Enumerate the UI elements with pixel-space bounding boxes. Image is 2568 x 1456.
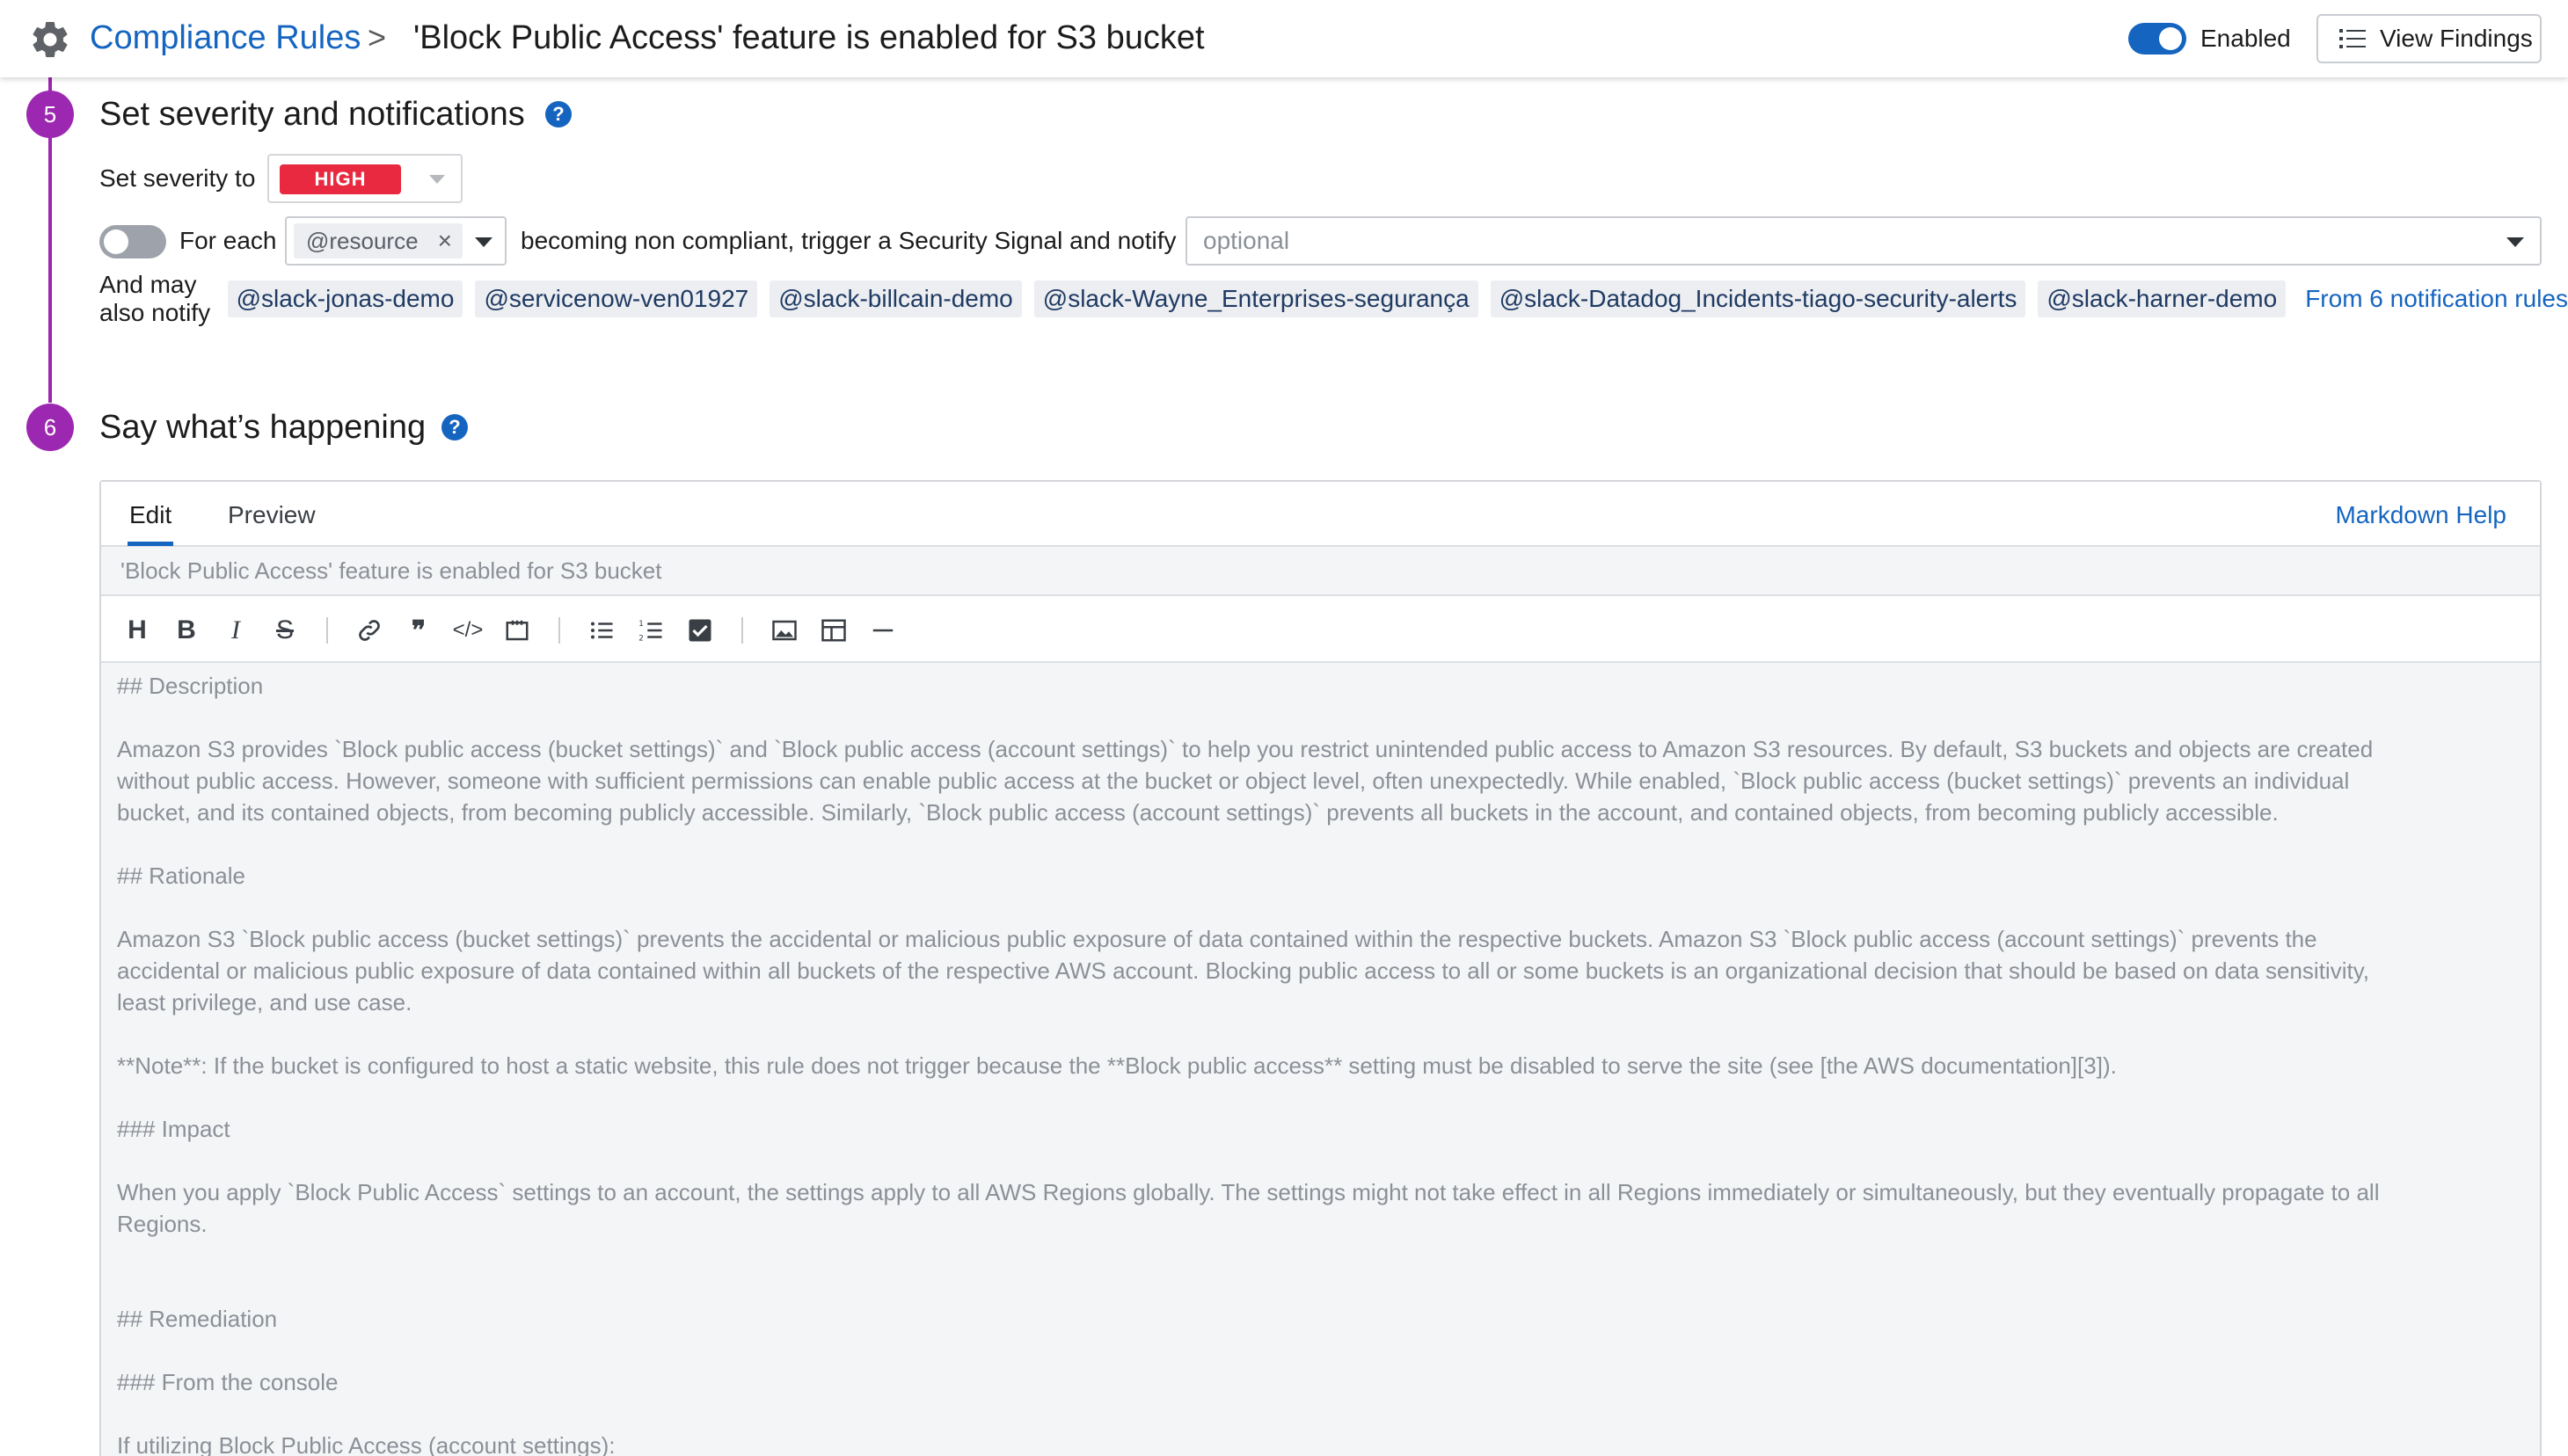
image-icon[interactable] [770, 615, 799, 645]
resource-tag-label: @resource [306, 228, 419, 254]
editor-tabs: Edit Preview Markdown Help [101, 482, 2540, 547]
help-icon[interactable]: ? [441, 414, 468, 440]
chevron-down-icon [2506, 237, 2524, 247]
breadcrumb-compliance-rules[interactable]: Compliance Rules [90, 16, 361, 60]
chevron-down-icon [429, 175, 445, 184]
body-line: **Note**: If the bucket is configured to… [117, 1052, 2117, 1079]
gear-icon[interactable] [28, 18, 72, 62]
message-title-input[interactable]: 'Block Public Access' feature is enabled… [101, 547, 2540, 596]
numbered-list-icon[interactable]: 12 [636, 615, 666, 645]
strikethrough-icon[interactable]: S [270, 615, 300, 645]
step-5-title: Set severity and notifications [99, 96, 525, 133]
editor-toolbar: H B I S ❞ </> 12 [101, 596, 2540, 663]
body-line: least privilege, and use case. [117, 989, 412, 1016]
enabled-toggle[interactable] [2128, 23, 2186, 55]
chevron-down-icon [475, 237, 492, 247]
bold-icon[interactable]: B [171, 615, 201, 645]
body-line: ### Impact [117, 1116, 230, 1142]
view-findings-label: View Findings [2380, 25, 2533, 52]
mention-tag: @servicenow-ven01927 [475, 280, 758, 317]
body-line: bucket, and its contained objects, from … [117, 799, 2279, 826]
resource-tag: @resource × [294, 223, 463, 258]
severity-label: Set severity to [99, 164, 256, 192]
page-title: 'Block Public Access' feature is enabled… [413, 19, 1205, 56]
for-each-label: For each [179, 227, 277, 254]
close-icon[interactable]: × [438, 223, 452, 258]
severity-badge: HIGH [280, 164, 401, 194]
also-notify-row: And may also notify @slack-jonas-demo @s… [99, 271, 2568, 326]
mention-tag: @slack-Datadog_Incidents-tiago-security-… [1490, 280, 2026, 317]
message-body-textarea[interactable]: ## Description Amazon S3 provides `Block… [117, 670, 2527, 1456]
body-line: without public access. However, someone … [117, 768, 2350, 794]
body-line: Amazon S3 provides `Block public access … [117, 736, 2374, 762]
group-by-select[interactable]: @resource × [285, 216, 507, 266]
trigger-text: becoming non compliant, trigger a Securi… [521, 227, 1177, 254]
toolbar-divider [741, 617, 743, 644]
tab-preview[interactable]: Preview [228, 498, 316, 533]
body-line: When you apply `Block Public Access` set… [117, 1179, 2380, 1205]
mention-tag: @slack-harner-demo [2038, 280, 2287, 317]
heading-icon[interactable]: H [122, 615, 152, 645]
svg-text:1: 1 [638, 620, 644, 629]
step-6-badge: 6 [26, 404, 74, 451]
mention-tag: @slack-Wayne_Enterprises-segurança [1033, 280, 1478, 317]
horizontal-rule-icon[interactable] [868, 615, 898, 645]
list-icon [2339, 29, 2366, 48]
view-findings-button[interactable]: View Findings [2316, 14, 2542, 63]
body-line: accidental or malicious public exposure … [117, 957, 2369, 984]
notification-rules-link[interactable]: From 6 notification rules [2305, 285, 2568, 313]
body-line: ## Rationale [117, 863, 245, 889]
bullet-list-icon[interactable] [587, 615, 616, 645]
table-icon[interactable] [819, 615, 849, 645]
tab-edit[interactable]: Edit [129, 498, 171, 533]
active-tab-indicator [128, 542, 173, 546]
toolbar-divider [558, 617, 560, 644]
mention-tag: @slack-billcain-demo [770, 280, 1022, 317]
code-block-icon[interactable] [502, 615, 532, 645]
step-6-title: Say what’s happening [99, 409, 427, 446]
body-line: ## Remediation [117, 1306, 278, 1332]
body-line: ### From the console [117, 1369, 339, 1395]
body-line: Amazon S3 `Block public access (bucket s… [117, 926, 2317, 952]
mention-tag: @slack-jonas-demo [227, 280, 463, 317]
body-line: If utilizing Block Public Access (accoun… [117, 1432, 616, 1456]
toolbar-divider [326, 617, 328, 644]
link-icon[interactable] [354, 615, 384, 645]
quote-icon[interactable]: ❞ [404, 615, 434, 645]
message-editor: Edit Preview Markdown Help 'Block Public… [99, 480, 2542, 1456]
italic-icon[interactable]: I [221, 615, 251, 645]
checkbox-icon[interactable] [685, 615, 715, 645]
step-5-badge: 5 [26, 91, 74, 138]
top-header: Compliance Rules > 'Block Public Access'… [0, 0, 2568, 77]
notify-input[interactable]: optional [1186, 216, 2542, 266]
markdown-help-link[interactable]: Markdown Help [2335, 498, 2506, 533]
severity-select[interactable]: HIGH [267, 154, 463, 203]
help-icon[interactable]: ? [545, 101, 572, 127]
for-each-toggle[interactable] [99, 225, 166, 258]
breadcrumb-separator-icon: > [368, 19, 387, 55]
enabled-label: Enabled [2200, 25, 2291, 52]
body-line: Regions. [117, 1211, 208, 1237]
body-line: ## Description [117, 673, 264, 699]
svg-text:2: 2 [638, 634, 644, 643]
also-notify-label: And may also notify [99, 271, 211, 326]
code-icon[interactable]: </> [453, 615, 484, 645]
notify-placeholder: optional [1203, 227, 1290, 254]
